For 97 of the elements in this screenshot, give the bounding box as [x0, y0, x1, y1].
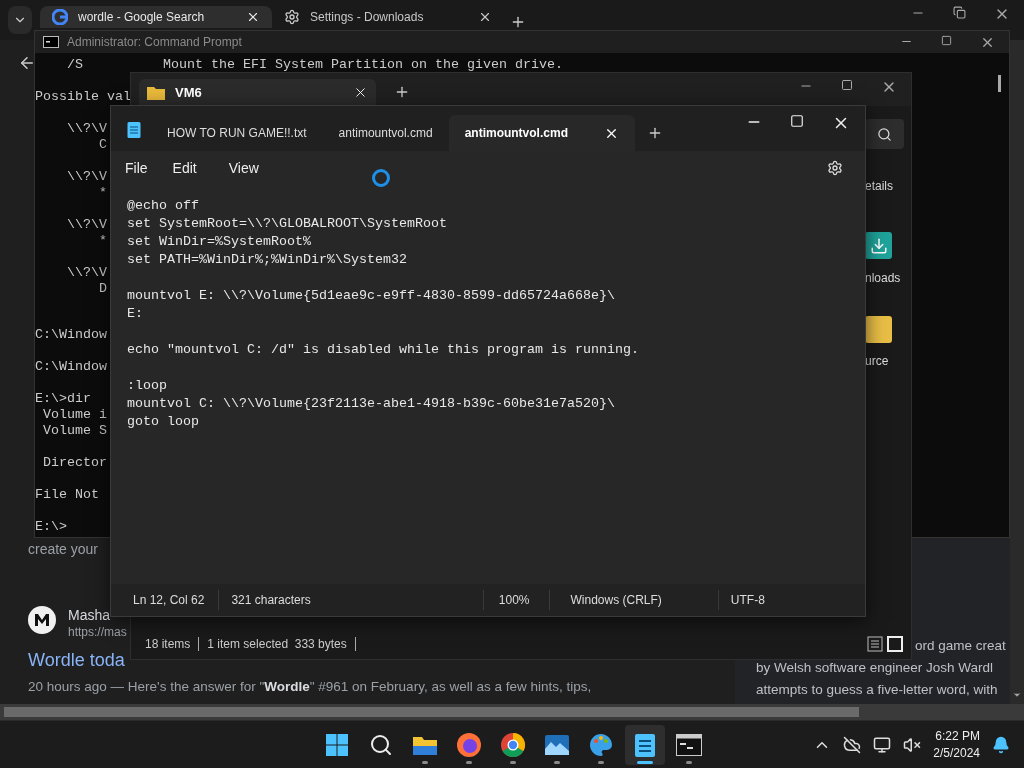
console-line: C — [98, 137, 107, 153]
close-icon[interactable] — [246, 10, 260, 24]
code-line: @echo off — [127, 197, 199, 215]
site-logo — [28, 606, 56, 634]
console-line: Possible val — [35, 89, 131, 105]
console-line: C:\Window — [35, 327, 107, 343]
result-snippet: create your — [28, 540, 99, 559]
details-view-icon[interactable] — [867, 636, 883, 652]
menu-item[interactable]: File — [125, 159, 158, 176]
scrollbar-thumb[interactable] — [998, 75, 1001, 92]
console-line: * — [98, 185, 107, 201]
console-line: \\?\V — [66, 169, 107, 185]
code-line: mountvol C: \\?\Volume{23f2113e-abe1-4918-b39c-60be31e7a520}\ — [127, 395, 615, 413]
volume-muted-icon[interactable] — [903, 735, 922, 754]
console-icon — [43, 36, 59, 48]
maximize-icon[interactable] — [841, 79, 853, 91]
editor-tab[interactable]: antimountvol.cmd — [322, 115, 449, 151]
search-button[interactable] — [865, 119, 904, 149]
site-url: https://mas — [68, 624, 127, 640]
console-line: Volume S — [42, 423, 107, 439]
result-snippet: 20 hours ago — Here's the answer for "Wordle" #961 on February, as well as a few hints, tips, — [28, 678, 592, 696]
console-line: /S Mount the EFI System Partition on the given drive. — [66, 57, 563, 73]
tab-list-button[interactable] — [8, 6, 32, 34]
console-line: File Not — [35, 487, 99, 503]
notepad-icon[interactable] — [634, 731, 656, 758]
settings-icon — [284, 9, 300, 25]
code-line: mountvol E: \\?\Volume{5d1eae9c-e9ff-4830-8599-dd65724a668e}\ — [127, 287, 615, 305]
file-label[interactable]: nloads — [865, 270, 911, 286]
console-line: * — [98, 233, 107, 249]
status-text: 321 characters — [218, 590, 483, 610]
status-text: Windows (CRLF) — [549, 590, 718, 610]
tiles-view-icon[interactable] — [887, 636, 903, 652]
search-icon[interactable] — [877, 126, 892, 142]
menu-item[interactable]: View — [228, 159, 269, 176]
editor-tab[interactable]: antimountvol.cmd — [448, 115, 635, 151]
download-icon[interactable] — [865, 232, 892, 259]
notepad-icon — [127, 121, 141, 139]
palette-icon[interactable] — [588, 731, 614, 758]
code-line: goto loop — [127, 413, 199, 431]
network-icon[interactable] — [873, 735, 892, 754]
folder-icon — [147, 85, 165, 100]
back-icon[interactable] — [18, 54, 36, 72]
code-line: E: — [127, 305, 143, 323]
panel-text: ord game creat — [915, 637, 1006, 655]
new-tab-icon[interactable] — [510, 14, 526, 30]
panel-text: by Welsh software engineer Josh Wardl — [756, 659, 994, 677]
code-line: :loop — [127, 377, 167, 395]
console-line: \\?\V — [66, 121, 107, 137]
editor-tab[interactable]: HOW TO RUN GAME!!.txt — [151, 115, 323, 151]
menu-item[interactable]: Edit — [172, 159, 207, 176]
browser-tab[interactable]: Settings - Downloads — [272, 6, 504, 28]
status-text: Ln 12, Col 62 — [132, 592, 206, 609]
console-line: Volume i — [42, 407, 107, 423]
details-button[interactable]: etails — [865, 178, 911, 194]
new-tab-icon[interactable] — [394, 84, 410, 100]
folder-icon[interactable] — [865, 316, 892, 343]
scrollbar[interactable] — [0, 704, 1024, 720]
close-icon[interactable] — [353, 85, 368, 100]
photos-icon[interactable] — [544, 733, 570, 756]
clock[interactable]: 6:22 PM 2/5/2024 — [933, 727, 980, 762]
file-label[interactable]: urce — [865, 353, 911, 369]
status-text: 1 item selected 333 bytes — [198, 637, 356, 651]
console-line: \\?\V — [66, 265, 107, 281]
console-line: E:\> — [35, 519, 67, 535]
terminal-icon[interactable] — [676, 733, 702, 756]
search-icon[interactable] — [369, 732, 393, 757]
code-line: set WinDir=%SystemRoot% — [127, 233, 311, 251]
scroll-down-icon[interactable] — [1012, 690, 1022, 700]
busy-cursor-icon — [371, 168, 391, 188]
google-logo-icon — [52, 9, 68, 25]
console-line: D — [98, 281, 107, 297]
windows-logo-icon[interactable] — [325, 732, 349, 757]
console-line: Director — [42, 455, 107, 471]
close-icon[interactable] — [478, 10, 492, 24]
code-line: set SystemRoot=\\?\GLOBALROOT\SystemRoot — [127, 215, 447, 233]
notification-icon[interactable] — [992, 735, 1010, 754]
status-text: 100% — [482, 590, 550, 610]
scrollbar[interactable] — [1010, 40, 1024, 704]
browser-tab[interactable]: wordle - Google Search — [40, 6, 272, 28]
code-line: set PATH=%WinDir%;%WinDir%\System32 — [127, 251, 407, 269]
explorer-tab[interactable]: VM6 — [139, 79, 376, 106]
console-line: C:\Window — [35, 359, 107, 375]
result-link[interactable]: Wordle toda — [28, 648, 125, 672]
window-title: Administrator: Command Prompt — [67, 35, 242, 49]
settings-icon[interactable] — [827, 159, 843, 176]
chrome-icon[interactable] — [500, 731, 526, 758]
panel-text: attempts to guess a five-letter word, with — [756, 681, 998, 699]
status-text: 18 items — [145, 637, 192, 651]
code-line: echo "mountvol C: /d" is disabled while this program is running. — [127, 341, 639, 359]
restore-icon[interactable] — [953, 6, 966, 19]
status-text: UTF-8 — [717, 590, 765, 610]
cloud-off-icon[interactable] — [843, 735, 862, 754]
site-name: Masha — [68, 606, 111, 624]
firefox-icon[interactable] — [456, 731, 482, 758]
console-line: E:\>dir — [35, 391, 91, 407]
maximize-icon[interactable] — [941, 34, 952, 46]
console-line: \\?\V — [66, 217, 107, 233]
